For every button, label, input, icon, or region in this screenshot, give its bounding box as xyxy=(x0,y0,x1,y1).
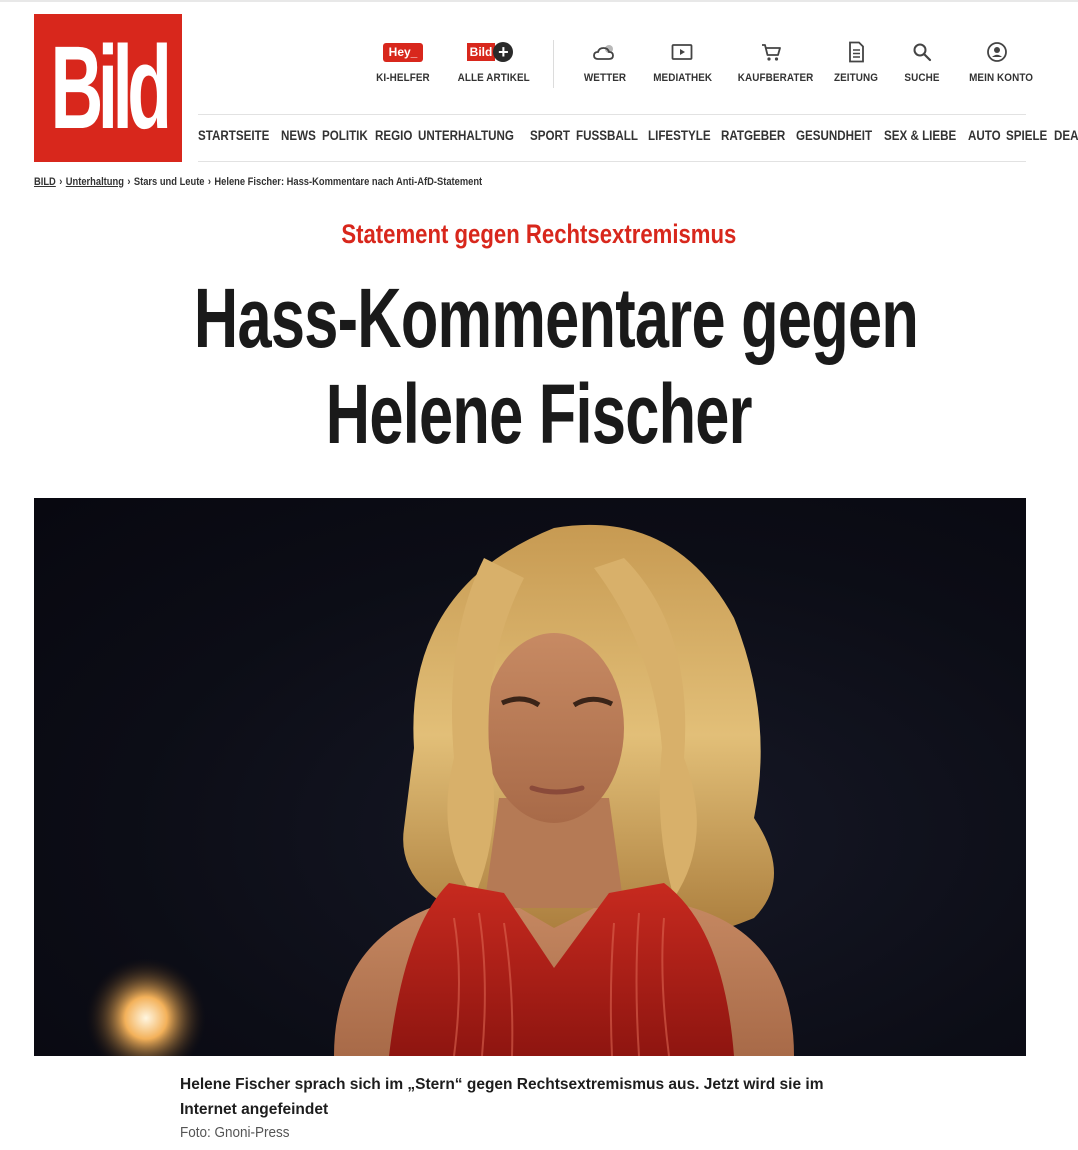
breadcrumb-bild[interactable]: BILD xyxy=(34,176,56,188)
nav-item-news[interactable]: NEWS xyxy=(281,128,316,150)
caption-text: Helene Fischer sprach sich im „Stern“ ge… xyxy=(180,1076,824,1118)
bildplus-icon: Bild + xyxy=(466,42,514,62)
nav-item-deals[interactable]: DEALS xyxy=(1054,128,1078,150)
main-nav: STARTSEITE NEWS POLITIK REGIO UNTERHALTU… xyxy=(198,128,1078,150)
kicker-text: Statement gegen Rechtsextremismus xyxy=(341,219,737,249)
headline-line-2: Helene Fischer xyxy=(325,367,753,461)
nav-item-ratgeber[interactable]: RATGEBER xyxy=(721,128,785,150)
top-border xyxy=(0,0,1078,2)
suche-label: SUCHE xyxy=(904,72,940,84)
breadcrumb-separator: › xyxy=(207,176,212,188)
image-caption: Helene Fischer sprach sich im „Stern“ ge… xyxy=(180,1072,860,1122)
alle-artikel-label: ALLE ARTIKEL xyxy=(457,72,530,84)
nav-item-fussball[interactable]: FUSSBALL xyxy=(576,128,638,150)
nav-item-spiele[interactable]: SPIELE xyxy=(1006,128,1047,150)
logo-text: Bild xyxy=(50,22,171,154)
logo-frame: Bild xyxy=(41,21,175,155)
kaufberater-button[interactable]: KAUFBERATER xyxy=(734,36,814,84)
nav-item-regio[interactable]: REGIO xyxy=(375,128,412,150)
mein-konto-label: MEIN KONTO xyxy=(969,72,1034,84)
bild-logo[interactable]: Bild xyxy=(34,14,182,162)
bildplus-badge: Bild xyxy=(466,43,496,61)
photo-credit-text: Foto: Gnoni-Press xyxy=(180,1124,290,1141)
header-divider xyxy=(553,40,554,88)
nav-item-auto[interactable]: AUTO xyxy=(968,128,1001,150)
nav-rule-bottom xyxy=(198,161,1026,162)
nav-item-politik[interactable]: POLITIK xyxy=(322,128,368,150)
article-kicker: Statement gegen Rechtsextremismus xyxy=(0,218,1078,250)
mediathek-label: MEDIATHEK xyxy=(653,72,713,84)
play-icon xyxy=(671,44,693,60)
zeitung-button[interactable]: ZEITUNG xyxy=(830,36,882,84)
suche-button[interactable]: SUCHE xyxy=(900,36,944,84)
hero-photo-illustration xyxy=(86,524,794,1056)
wetter-button[interactable]: WETTER xyxy=(580,36,630,84)
mein-konto-button[interactable]: MEIN KONTO xyxy=(966,36,1034,84)
hero-photo[interactable] xyxy=(34,498,1026,1056)
hey-badge-icon: Hey_ xyxy=(382,42,424,62)
nav-item-lifestyle[interactable]: LIFESTYLE xyxy=(648,128,711,150)
breadcrumb-stars-und-leute: Stars und Leute xyxy=(133,176,205,188)
breadcrumb: BILD › Unterhaltung › Stars und Leute › Helene… xyxy=(34,176,561,192)
alle-artikel-button[interactable]: Bild + ALLE ARTIKEL xyxy=(454,36,530,84)
user-icon xyxy=(987,42,1007,62)
breadcrumb-unterhaltung[interactable]: Unterhaltung xyxy=(66,176,124,188)
nav-item-unterhaltung[interactable]: UNTERHALTUNG xyxy=(418,128,514,150)
breadcrumb-separator: › xyxy=(59,176,63,188)
kaufberater-label: KAUFBERATER xyxy=(737,72,814,84)
nav-rule-top xyxy=(198,114,1026,115)
breadcrumb-current: Helene Fischer: Hass-Kommentare nach Ant… xyxy=(214,176,483,188)
top-actions: Hey_ KI-HELFER Bild + ALLE ARTIKEL WETTE… xyxy=(370,36,1034,96)
search-icon xyxy=(913,43,932,62)
breadcrumb-separator: › xyxy=(127,176,131,188)
zeitung-label: ZEITUNG xyxy=(833,72,879,84)
headline-line-1: Hass-Kommentare gegen xyxy=(193,271,919,365)
ki-helfer-button[interactable]: Hey_ KI-HELFER xyxy=(370,36,436,84)
nav-item-gesundheit[interactable]: GESUNDHEIT xyxy=(796,128,872,150)
nav-item-sex-liebe[interactable]: SEX & LIEBE xyxy=(884,128,956,150)
nav-item-startseite[interactable]: STARTSEITE xyxy=(198,128,269,150)
plus-icon: + xyxy=(493,42,514,62)
photo-credit: Foto: Gnoni-Press xyxy=(180,1124,302,1141)
article-headline: Hass-Kommentare gegen Helene Fischer xyxy=(60,270,1018,462)
wetter-label: WETTER xyxy=(583,72,627,84)
cloud-icon xyxy=(593,45,614,60)
mediathek-button[interactable]: MEDIATHEK xyxy=(650,36,714,84)
newspaper-icon xyxy=(849,41,864,63)
ki-helfer-label: KI-HELFER xyxy=(376,72,430,84)
cart-icon xyxy=(762,44,781,61)
nav-item-sport[interactable]: SPORT xyxy=(530,128,570,150)
